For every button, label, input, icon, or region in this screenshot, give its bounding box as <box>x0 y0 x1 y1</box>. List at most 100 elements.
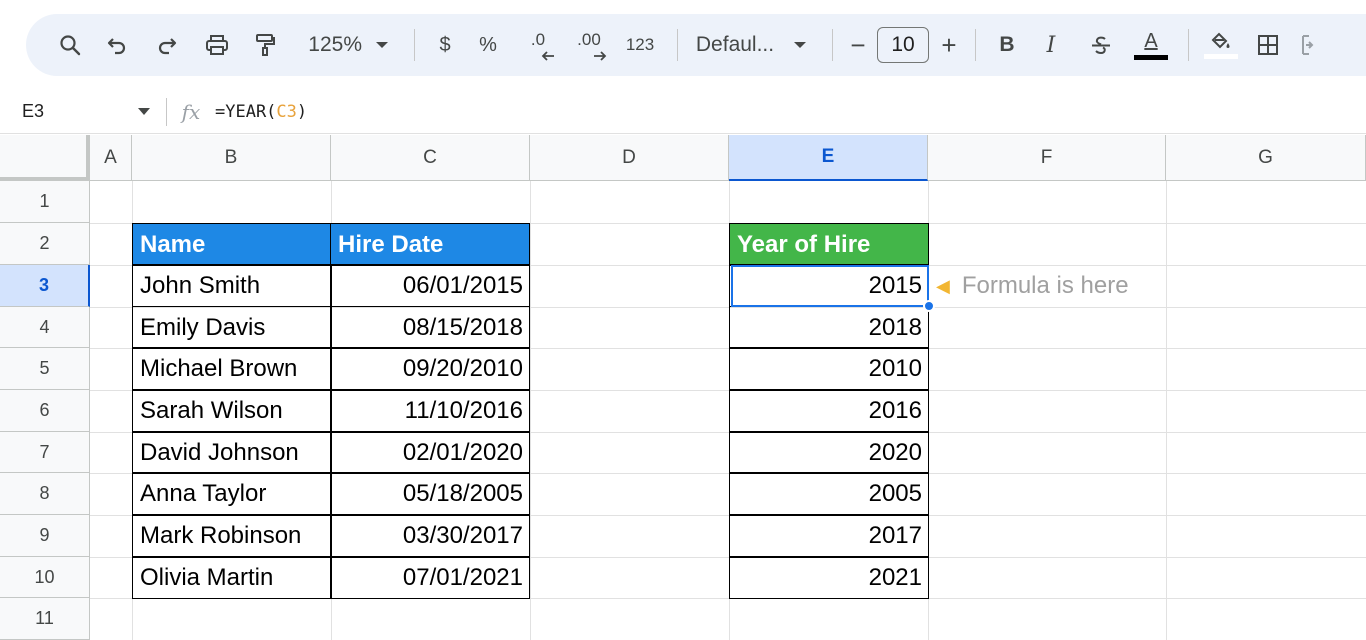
year-cell[interactable]: 2010 <box>729 347 929 391</box>
row-header-6[interactable]: 6 <box>0 390 90 432</box>
date-cell[interactable]: 03/30/2017 <box>330 514 530 558</box>
increase-font-size-button[interactable]: + <box>935 23 963 67</box>
year-cell[interactable]: 2020 <box>729 431 929 474</box>
text-color-button[interactable]: A <box>1126 23 1176 67</box>
gridline <box>530 181 531 640</box>
column-header-e[interactable]: E <box>729 135 928 181</box>
fill-color-icon[interactable] <box>1201 23 1241 67</box>
date-cell[interactable]: 06/01/2015 <box>330 264 530 307</box>
font-family-select[interactable]: Defaul... <box>690 23 780 67</box>
row-header-7[interactable]: 7 <box>0 432 90 473</box>
column-header-g[interactable]: G <box>1166 135 1366 181</box>
italic-button[interactable]: I <box>1026 23 1076 67</box>
zoom-label: 125% <box>308 33 362 56</box>
row-header-9[interactable]: 9 <box>0 515 90 557</box>
currency-label: $ <box>439 33 451 56</box>
gridline <box>1166 181 1167 640</box>
chevron-down-icon[interactable] <box>780 23 820 67</box>
borders-icon[interactable] <box>1241 23 1295 67</box>
arrow-left-icon <box>541 51 554 61</box>
text-color-swatch <box>1134 54 1168 60</box>
name-cell[interactable]: Michael Brown <box>132 347 332 391</box>
row-header-3[interactable]: 3 <box>0 265 90 307</box>
undo-icon[interactable] <box>92 23 142 67</box>
name-cell[interactable]: Emily Davis <box>132 306 332 349</box>
row-header-4[interactable]: 4 <box>0 307 90 348</box>
year-cell[interactable]: 2018 <box>729 306 929 349</box>
name-cell[interactable]: John Smith <box>132 264 332 307</box>
name-cell[interactable]: Olivia Martin <box>132 556 332 599</box>
redo-icon[interactable] <box>142 23 192 67</box>
increase-decimal-button[interactable]: .00 <box>563 23 615 67</box>
date-cell[interactable]: 11/10/2016 <box>330 389 530 433</box>
currency-button[interactable]: $ <box>427 23 463 67</box>
print-icon[interactable] <box>192 23 242 67</box>
chevron-down-icon[interactable] <box>362 23 402 67</box>
chevron-down-icon[interactable] <box>138 107 150 115</box>
search-icon[interactable] <box>48 23 92 67</box>
row-header-2[interactable]: 2 <box>0 223 90 265</box>
column-header-f[interactable]: F <box>928 135 1166 181</box>
text-color-label: A <box>1144 29 1158 52</box>
row-header-5[interactable]: 5 <box>0 348 90 390</box>
year-cell[interactable]: 2016 <box>729 389 929 433</box>
formula-prefix: =YEAR( <box>215 101 277 122</box>
pointing-hand-icon: ◀ <box>936 275 950 296</box>
header-cell-name[interactable]: Name <box>132 223 332 266</box>
toolbar-divider <box>832 29 833 61</box>
column-header-b[interactable]: B <box>132 135 331 181</box>
fill-handle[interactable] <box>923 300 935 312</box>
date-cell[interactable]: 07/01/2021 <box>330 556 530 599</box>
date-cell[interactable]: 09/20/2010 <box>330 347 530 391</box>
merge-icon[interactable] <box>1295 23 1329 67</box>
name-cell[interactable]: Mark Robinson <box>132 514 332 558</box>
number-format-button[interactable]: 123 <box>615 23 665 67</box>
decrease-decimal-button[interactable]: .0 <box>513 23 563 67</box>
row-header-10[interactable]: 10 <box>0 557 90 598</box>
column-header-d[interactable]: D <box>530 135 729 181</box>
zoom-value[interactable]: 125% <box>288 23 362 67</box>
column-header-c[interactable]: C <box>331 135 530 181</box>
row-header-8[interactable]: 8 <box>0 473 90 515</box>
number-format-label: 123 <box>625 35 655 54</box>
percent-label: % <box>479 33 497 56</box>
formula-suffix: ) <box>296 101 308 122</box>
percent-button[interactable]: % <box>463 23 513 67</box>
toolbar-divider <box>975 29 976 61</box>
paint-format-icon[interactable] <box>242 23 288 67</box>
row-header-1[interactable]: 1 <box>0 181 90 223</box>
column-header-a[interactable]: A <box>90 135 132 181</box>
spreadsheet-grid: A B C D E F G 1 2 3 4 5 6 7 8 9 10 11 Na… <box>0 135 1366 640</box>
name-cell[interactable]: Anna Taylor <box>132 472 332 516</box>
font-size-value[interactable]: 10 <box>877 27 929 63</box>
strikethrough-icon[interactable] <box>1076 23 1126 67</box>
row-header-11[interactable]: 11 <box>0 598 90 640</box>
year-cell[interactable]: 2005 <box>729 472 929 516</box>
name-box[interactable]: E3 <box>0 90 160 134</box>
name-box-value: E3 <box>22 101 45 121</box>
date-cell[interactable]: 02/01/2020 <box>330 431 530 474</box>
header-cell-hire-date[interactable]: Hire Date <box>330 223 530 266</box>
date-cell[interactable]: 08/15/2018 <box>330 306 530 349</box>
toolbar-divider <box>414 29 415 61</box>
formula-bar: E3 fx =YEAR(C3) <box>0 90 1366 134</box>
increase-decimal-label: .00 <box>577 30 601 49</box>
toolbar-divider <box>677 29 678 61</box>
date-cell[interactable]: 05/18/2005 <box>330 472 530 516</box>
toolbar-area: 125% $ % .0 .00 123 Defaul... − 10 + B I… <box>0 0 1366 90</box>
select-all-corner[interactable] <box>0 135 90 181</box>
formula-input[interactable]: =YEAR(C3) <box>215 102 307 122</box>
active-cell-selection <box>731 265 929 307</box>
year-cell[interactable]: 2021 <box>729 556 929 599</box>
fill-color-swatch <box>1204 54 1238 59</box>
annotation-note: ◀ Formula is here <box>936 265 1129 307</box>
decrease-font-size-button[interactable]: − <box>845 23 871 67</box>
decrease-decimal-label: .0 <box>530 30 546 49</box>
year-cell[interactable]: 2017 <box>729 514 929 558</box>
header-cell-year-of-hire[interactable]: Year of Hire <box>729 223 929 266</box>
name-cell[interactable]: David Johnson <box>132 431 332 474</box>
arrow-right-icon <box>594 51 607 61</box>
name-cell[interactable]: Sarah Wilson <box>132 389 332 433</box>
font-size-field[interactable]: 10 <box>871 23 935 67</box>
bold-button[interactable]: B <box>988 23 1026 67</box>
